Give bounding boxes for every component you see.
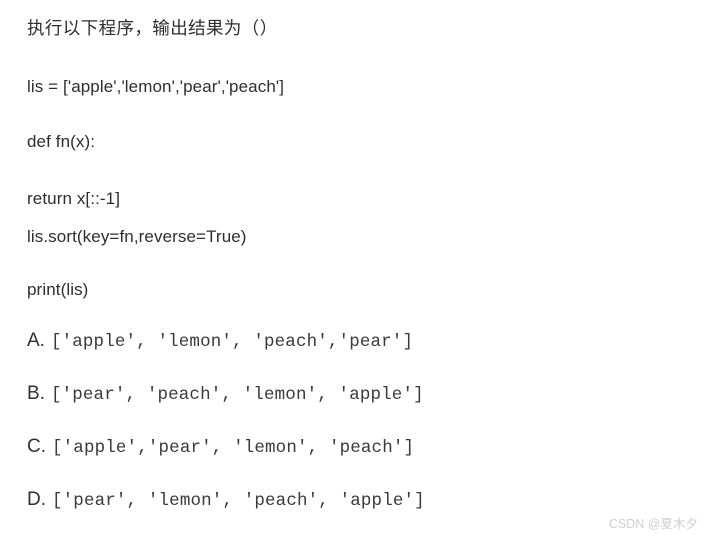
question-prompt: 执行以下程序，输出结果为（） [27,18,278,38]
code-line-list-definition: lis = ['apple','lemon','pear','peach'] [27,77,285,96]
code-line-print: print(lis) [27,280,89,299]
option-a[interactable]: A. ['apple', 'lemon', 'peach','pear'] [27,330,413,353]
option-d-text: ['pear', 'lemon', 'peach', 'apple'] [52,491,425,511]
option-c[interactable]: C. ['apple','pear', 'lemon', 'peach'] [27,436,414,459]
code-line-def-fn: def fn(x): [27,132,96,151]
code-line-sort: lis.sort(key=fn,reverse=True) [27,227,247,246]
question-page: 执行以下程序，输出结果为（） lis = ['apple','lemon','p… [0,0,712,541]
option-d-letter: D. [27,489,46,510]
option-c-text: ['apple','pear', 'lemon', 'peach'] [52,438,415,458]
csdn-watermark: CSDN @夏木夕 [608,517,698,531]
option-b-text: ['pear', 'peach', 'lemon', 'apple'] [50,385,424,405]
option-b[interactable]: B. ['pear', 'peach', 'lemon', 'apple'] [27,383,424,406]
option-c-letter: C. [27,436,46,457]
option-a-text: ['apple', 'lemon', 'peach','pear'] [50,332,414,352]
option-b-letter: B. [27,383,45,404]
option-d[interactable]: D. ['pear', 'lemon', 'peach', 'apple'] [27,489,425,512]
code-line-return: return x[::-1] [27,189,121,208]
option-a-letter: A. [27,330,45,351]
